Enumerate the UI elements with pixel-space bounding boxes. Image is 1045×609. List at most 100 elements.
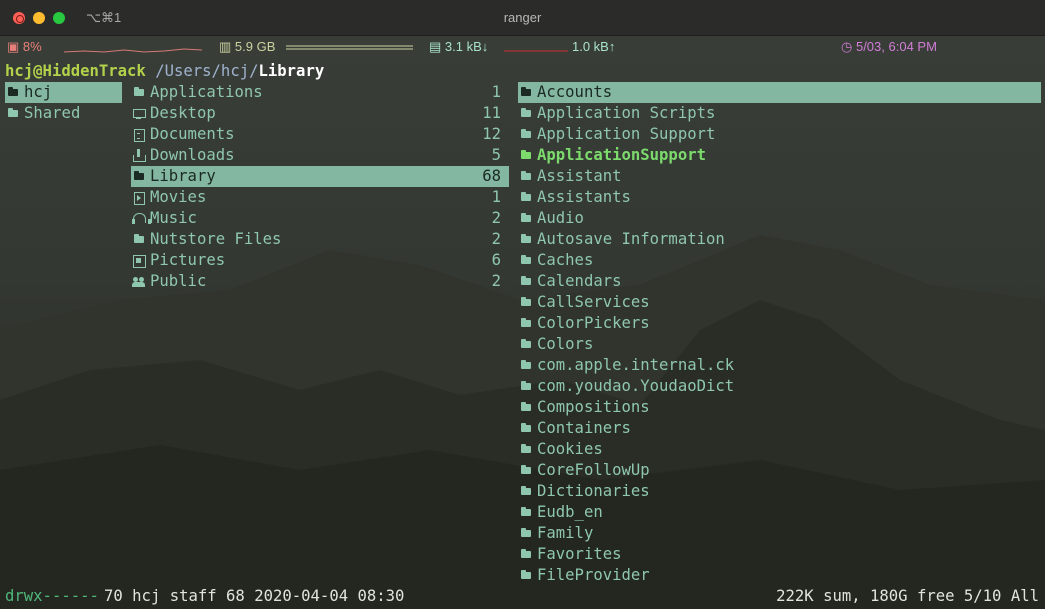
tmux-status-bar: ▣ 8% ▥ 5.9 GB ▤ 3.1 kB↓ 1.0 kB↑ ◷ 5/03, … xyxy=(0,36,1045,58)
preview-column: Accounts Application Scripts Application S… xyxy=(518,82,1041,586)
entry-name: Application Support xyxy=(537,125,716,143)
folder-icon xyxy=(518,313,532,334)
current-dir-entry[interactable]: Documents 12 xyxy=(131,124,509,145)
parent-directory-column: hcj Shared xyxy=(5,82,122,124)
preview-entry[interactable]: Eudb_en xyxy=(518,502,1041,523)
entry-name: hcj xyxy=(24,83,53,101)
entry-name: Application Scripts xyxy=(537,104,716,122)
current-dir-entry[interactable]: Desktop 11 xyxy=(131,103,509,124)
preview-entry[interactable]: Application Support xyxy=(518,124,1041,145)
cpu-status: ▣ 8% xyxy=(7,39,42,55)
entry-name: Compositions xyxy=(537,398,650,416)
current-path: hcj@HiddenTrack /Users/hcj/Library xyxy=(5,61,324,82)
preview-entry[interactable]: ColorPickers xyxy=(518,313,1041,334)
network-down: 3.1 kB↓ xyxy=(444,39,489,54)
preview-entry[interactable]: Colors xyxy=(518,334,1041,355)
folder-icon xyxy=(131,166,145,187)
entry-name: Desktop xyxy=(150,104,216,122)
entry-count: 68 xyxy=(482,167,501,185)
preview-entry[interactable]: Compositions xyxy=(518,397,1041,418)
window-title: ranger xyxy=(503,10,542,25)
preview-entry[interactable]: FileProvider xyxy=(518,565,1041,586)
memory-value: 5.9 GB xyxy=(234,39,276,54)
entry-count: 6 xyxy=(491,251,501,269)
preview-entry[interactable]: com.youdao.YoudaoDict xyxy=(518,376,1041,397)
folder-icon xyxy=(518,250,532,271)
folder-icon xyxy=(518,397,532,418)
entry-name: Eudb_en xyxy=(537,503,603,521)
network-icon: ▤ xyxy=(429,39,442,54)
entry-name: Library xyxy=(150,167,216,185)
current-dir-entry[interactable]: Pictures 6 xyxy=(131,250,509,271)
entry-name: com.apple.internal.ck xyxy=(537,356,735,374)
document-icon xyxy=(131,124,145,145)
entry-name: Calendars xyxy=(537,272,622,290)
preview-entry[interactable]: CallServices xyxy=(518,292,1041,313)
preview-entry[interactable]: Dictionaries xyxy=(518,481,1041,502)
folder-icon xyxy=(518,376,532,397)
clock-value: 5/03, 6:04 PM xyxy=(855,39,937,54)
entry-name: Audio xyxy=(537,209,584,227)
current-dir-entry[interactable]: Music 2 xyxy=(131,208,509,229)
current-dir-entry[interactable]: Public 2 xyxy=(131,271,509,292)
preview-entry[interactable]: Family xyxy=(518,523,1041,544)
entry-name: Cookies xyxy=(537,440,603,458)
entry-count: 12 xyxy=(482,125,501,143)
entry-name: Movies xyxy=(150,188,207,206)
entry-name: CoreFollowUp xyxy=(537,461,650,479)
preview-entry[interactable]: ApplicationSupport xyxy=(518,145,1041,166)
entry-name: Documents xyxy=(150,125,235,143)
folder-icon xyxy=(518,292,532,313)
folder-icon xyxy=(518,82,532,103)
folder-icon xyxy=(518,544,532,565)
current-dir-entry[interactable]: Applications 1 xyxy=(131,82,509,103)
preview-entry[interactable]: Caches xyxy=(518,250,1041,271)
folder-icon xyxy=(5,82,19,103)
cpu-percent: 8% xyxy=(22,39,42,54)
preview-entry[interactable]: Favorites xyxy=(518,544,1041,565)
network-sparkline xyxy=(504,50,568,52)
entry-name: ColorPickers xyxy=(537,314,650,332)
folder-icon xyxy=(518,523,532,544)
folder-icon xyxy=(131,229,145,250)
entry-name: Public xyxy=(150,272,207,290)
preview-entry[interactable]: Application Scripts xyxy=(518,103,1041,124)
entry-count: 5 xyxy=(491,146,501,164)
entry-name: Shared xyxy=(24,104,81,122)
folder-icon xyxy=(518,145,532,166)
preview-entry[interactable]: CoreFollowUp xyxy=(518,460,1041,481)
entry-name: Nutstore Files xyxy=(150,230,282,248)
entry-name: Downloads xyxy=(150,146,235,164)
folder-icon xyxy=(518,187,532,208)
current-dir-entry[interactable]: Library 68 xyxy=(131,166,509,187)
preview-entry[interactable]: Calendars xyxy=(518,271,1041,292)
preview-entry[interactable]: Containers xyxy=(518,418,1041,439)
parent-dir-entry[interactable]: hcj xyxy=(5,82,122,103)
preview-entry[interactable]: com.apple.internal.ck xyxy=(518,355,1041,376)
memory-icon: ▥ xyxy=(219,39,232,54)
entry-name: Favorites xyxy=(537,545,622,563)
folder-icon xyxy=(518,334,532,355)
folder-icon xyxy=(5,103,19,124)
cpu-chip-icon: ▣ xyxy=(7,39,20,54)
preview-entry[interactable]: Assistant xyxy=(518,166,1041,187)
current-dir-entry[interactable]: Nutstore Files 2 xyxy=(131,229,509,250)
entry-name: Caches xyxy=(537,251,594,269)
preview-entry[interactable]: Accounts xyxy=(518,82,1041,103)
folder-icon xyxy=(518,208,532,229)
parent-dir-entry[interactable]: Shared xyxy=(5,103,122,124)
current-dir-entry[interactable]: Movies 1 xyxy=(131,187,509,208)
download-icon xyxy=(131,145,146,166)
preview-entry[interactable]: Autosave Information xyxy=(518,229,1041,250)
preview-entry[interactable]: Assistants xyxy=(518,187,1041,208)
current-directory-column: Applications 1 Desktop 11 Documents 12 Downloa… xyxy=(131,82,509,292)
preview-entry[interactable]: Cookies xyxy=(518,439,1041,460)
entry-name: Containers xyxy=(537,419,631,437)
disk-summary: 222K sum, 180G free 5/10 All xyxy=(776,587,1039,605)
network-up: 1.0 kB↑ xyxy=(572,39,616,54)
current-dir-entry[interactable]: Downloads 5 xyxy=(131,145,509,166)
entry-name: Assistants xyxy=(537,188,631,206)
entry-name: Pictures xyxy=(150,251,226,269)
entry-count: 11 xyxy=(482,104,501,122)
preview-entry[interactable]: Audio xyxy=(518,208,1041,229)
